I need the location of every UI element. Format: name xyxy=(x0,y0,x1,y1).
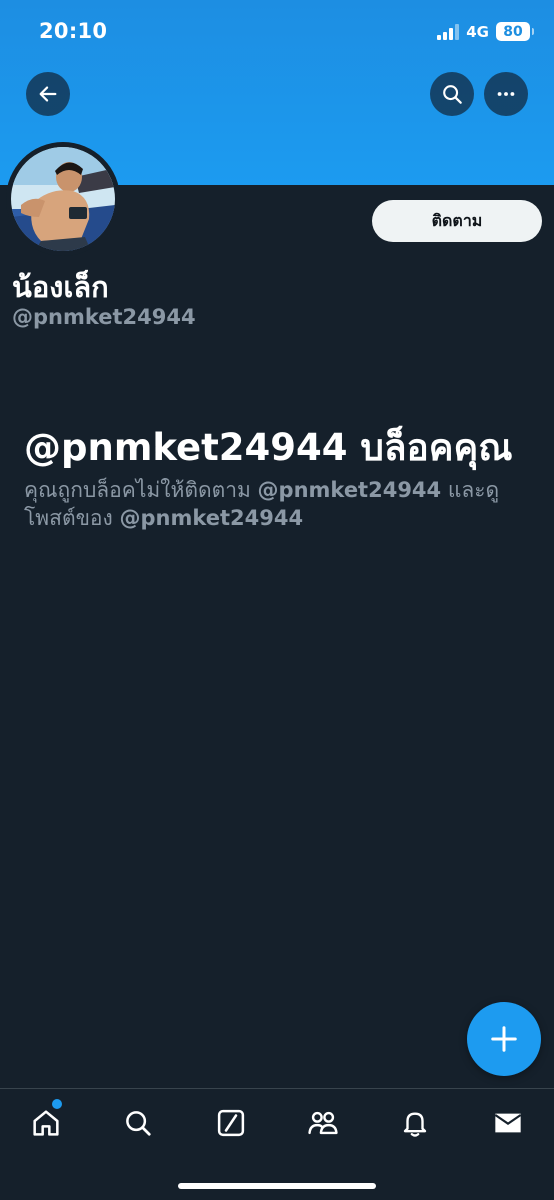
follow-button-label: ติดตาม xyxy=(431,210,483,230)
search-icon xyxy=(126,1111,151,1136)
envelope-icon xyxy=(494,1113,522,1133)
nav-explore[interactable] xyxy=(118,1103,158,1143)
network-type: 4G xyxy=(466,22,489,41)
nav-grok[interactable] xyxy=(211,1103,251,1143)
back-button[interactable] xyxy=(26,72,70,116)
compose-post-button[interactable] xyxy=(467,1002,541,1076)
cellular-signal-icon xyxy=(437,23,460,40)
more-horizontal-icon xyxy=(497,92,515,96)
battery-level: 80 xyxy=(503,23,523,40)
status-indicators: 4G 80 xyxy=(437,22,534,41)
slash-box-icon xyxy=(217,1109,245,1137)
blocked-title: @pnmket24944 บล็อคคุณ xyxy=(24,426,513,469)
blocked-message: คุณถูกบล็อคไม่ให้ติดตาม @pnmket24944 และ… xyxy=(24,476,534,532)
bell-icon xyxy=(403,1112,427,1137)
search-icon xyxy=(443,85,462,104)
people-icon xyxy=(308,1111,338,1135)
profile-display-name: น้องเล็ก xyxy=(12,270,109,304)
home-icon xyxy=(33,1110,59,1136)
blocked-message-part1: คุณถูกบล็อคไม่ให้ติดตาม xyxy=(24,478,258,502)
follow-button[interactable]: ติดตาม xyxy=(372,200,542,242)
nav-communities[interactable] xyxy=(303,1103,343,1143)
home-indicator[interactable] xyxy=(178,1183,376,1189)
plus-icon xyxy=(491,1026,517,1052)
more-options-button[interactable] xyxy=(484,72,528,116)
profile-screen: 20:10 4G 80 ติดตาม น้องเล็ก @pnmket24944… xyxy=(0,0,554,1200)
nav-notifications[interactable] xyxy=(395,1103,435,1143)
battery-icon: 80 xyxy=(496,22,534,41)
profile-handle: @pnmket24944 xyxy=(12,305,196,329)
avatar[interactable] xyxy=(6,142,120,256)
arrow-left-icon xyxy=(39,86,57,102)
status-time: 20:10 xyxy=(39,19,108,43)
nav-home[interactable] xyxy=(26,1099,66,1143)
notification-dot xyxy=(52,1099,62,1109)
blocked-message-handle1: @pnmket24944 xyxy=(257,478,442,502)
search-button[interactable] xyxy=(430,72,474,116)
avatar-photo xyxy=(11,147,115,251)
nav-messages[interactable] xyxy=(488,1103,528,1143)
blocked-message-handle2: @pnmket24944 xyxy=(119,506,304,530)
